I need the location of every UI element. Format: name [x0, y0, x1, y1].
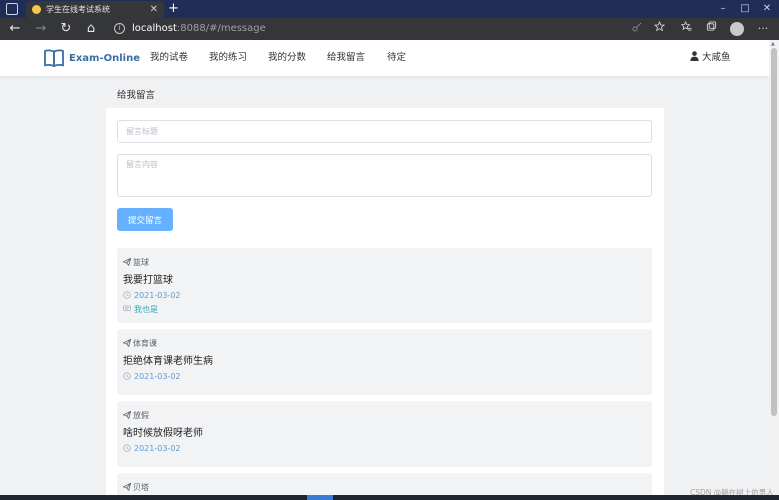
reload-button[interactable]: ↻: [57, 20, 75, 38]
key-icon[interactable]: [629, 21, 645, 37]
paper-plane-icon: [122, 338, 132, 348]
url-host: localhost: [132, 23, 177, 34]
tab-close-icon[interactable]: ✕: [150, 1, 158, 18]
new-tab-button[interactable]: +: [168, 0, 179, 18]
taskbar-active-item[interactable]: [307, 495, 333, 500]
submit-message-button[interactable]: 提交留言: [117, 208, 173, 231]
user-icon: [690, 51, 699, 61]
card-date-text: 2021-03-02: [134, 372, 181, 381]
nav-leave-message[interactable]: 给我留言: [327, 40, 365, 76]
os-taskbar: [0, 495, 779, 500]
card-date: 2021-03-02: [123, 444, 181, 453]
card-date-text: 2021-03-02: [134, 291, 181, 300]
card-tag-label: 体育课: [133, 339, 157, 348]
comment-icon: [123, 305, 131, 312]
maximize-button[interactable]: □: [734, 0, 756, 18]
user-menu[interactable]: 大咸鱼: [690, 40, 731, 76]
tab-title: 学生在线考试系统: [46, 5, 110, 14]
profile-avatar[interactable]: [730, 22, 744, 36]
site-info-icon[interactable]: i: [114, 23, 125, 34]
message-title-input[interactable]: [117, 120, 652, 143]
nav-my-scores[interactable]: 我的分数: [268, 40, 306, 76]
forward-button[interactable]: →: [32, 20, 50, 38]
card-tag: 篮球: [122, 257, 149, 268]
message-body-textarea[interactable]: [117, 154, 652, 197]
card-tag-label: 篮球: [133, 258, 149, 267]
nav-my-papers[interactable]: 我的试卷: [150, 40, 188, 76]
back-button[interactable]: ←: [6, 20, 24, 38]
url-field[interactable]: localhost:8088/#/message: [132, 18, 266, 40]
tab-favicon-icon: [32, 5, 41, 14]
card-reply-text: 我也是: [134, 305, 158, 314]
message-card: 体育课 拒绝体育课老师生病 2021-03-02: [117, 329, 652, 395]
home-button[interactable]: ⌂: [82, 20, 100, 38]
card-title: 我要打篮球: [123, 275, 173, 286]
clock-icon: [123, 444, 131, 452]
favorite-star-icon[interactable]: [651, 20, 667, 37]
card-date: 2021-03-02: [123, 291, 181, 300]
logo[interactable]: Exam-Online: [44, 47, 140, 69]
user-name: 大咸鱼: [702, 52, 731, 63]
card-date-text: 2021-03-02: [134, 444, 181, 453]
book-icon: [44, 49, 64, 67]
nav-my-practice[interactable]: 我的练习: [209, 40, 247, 76]
browser-tab[interactable]: 学生在线考试系统 ✕: [26, 1, 164, 18]
card-title: 拒绝体育课老师生病: [123, 356, 213, 367]
address-bar: ← → ↻ ⌂ i localhost:8088/#/message ···: [0, 18, 779, 40]
scroll-up-arrow-icon[interactable]: ▲: [771, 41, 775, 47]
url-path: :8088/#/message: [176, 23, 266, 34]
minimize-button[interactable]: –: [712, 0, 734, 18]
scrollbar-thumb[interactable]: [771, 48, 777, 416]
app-header: Exam-Online 我的试卷 我的练习 我的分数 给我留言 待定 大咸鱼: [0, 40, 769, 76]
message-card: 篮球 我要打篮球 2021-03-02 我也是: [117, 248, 652, 323]
favorites-icon[interactable]: [678, 20, 694, 37]
paper-plane-icon: [122, 257, 132, 267]
paper-plane-icon: [122, 482, 132, 492]
card-title: 啥时候放假呀老师: [123, 428, 203, 439]
card-tag-label: 放假: [133, 411, 149, 420]
card-date: 2021-03-02: [123, 372, 181, 381]
vertical-scrollbar[interactable]: ▲: [769, 40, 779, 500]
card-tag: 体育课: [122, 338, 157, 349]
card-tag: 放假: [122, 410, 149, 421]
collections-icon[interactable]: [703, 21, 719, 37]
browser-tab-bar: 学生在线考试系统 ✕ + – □ ✕: [0, 0, 779, 18]
browser-menu-button[interactable]: ···: [755, 21, 771, 37]
message-card: 放假 啥时候放假呀老师 2021-03-02: [117, 401, 652, 467]
card-tag: 贝塔: [122, 482, 149, 493]
clock-icon: [123, 372, 131, 380]
card-tag-label: 贝塔: [133, 483, 149, 492]
close-window-button[interactable]: ✕: [756, 0, 778, 18]
window-menu-icon[interactable]: [6, 3, 18, 15]
paper-plane-icon: [122, 410, 132, 420]
logo-text: Exam-Online: [69, 52, 140, 64]
section-title: 给我留言: [117, 90, 156, 101]
card-reply: 我也是: [123, 304, 158, 315]
clock-icon: [123, 291, 131, 299]
nav-pending[interactable]: 待定: [387, 40, 406, 76]
